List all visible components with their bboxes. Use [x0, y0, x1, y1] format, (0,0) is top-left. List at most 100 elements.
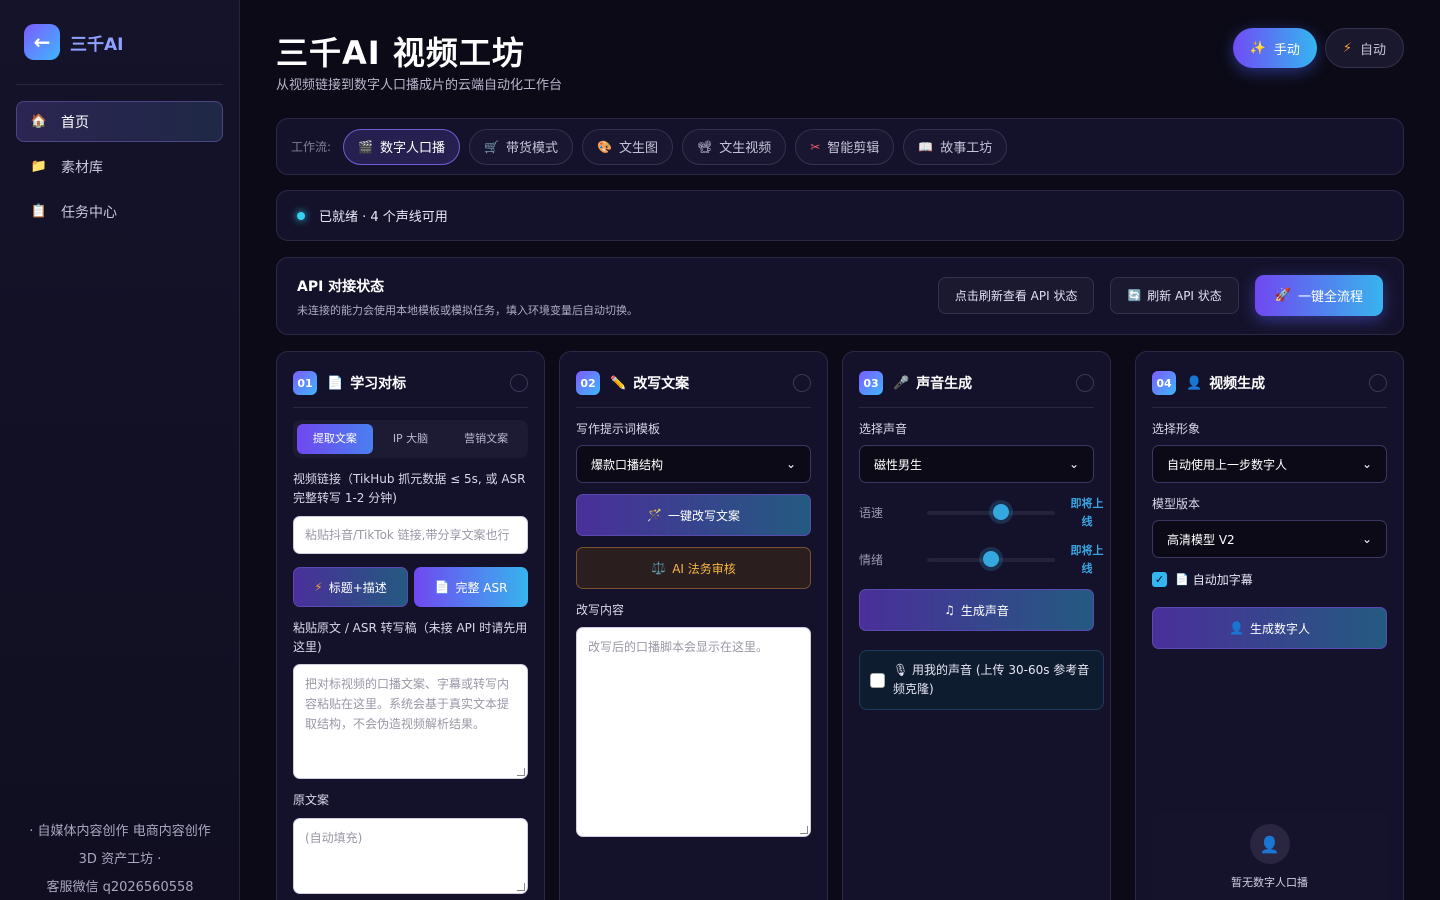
chevron-down-icon: ⌄: [785, 457, 796, 471]
tab-ip-brain[interactable]: IP 大脑: [373, 424, 449, 454]
music-note-icon: ♫: [944, 603, 955, 617]
projector-icon: 📽: [696, 139, 713, 154]
logo[interactable]: ← 三千AI: [24, 24, 123, 60]
paste-source-textarea[interactable]: 把对标视频的口播文案、字幕或转写内容粘贴在这里。系统会基于真实文本提取结构，不会…: [293, 664, 528, 779]
emotion-label: 情绪: [859, 553, 884, 567]
tab-marketing-copy[interactable]: 营销文案: [448, 424, 524, 454]
step-status-ring-icon: [1369, 374, 1387, 392]
chip-label: 文生图: [618, 141, 658, 156]
legal-review-button[interactable]: ⚖️ AI 法务审核: [576, 547, 811, 589]
folder-icon: 📁: [30, 159, 48, 174]
select-value: 磁性男生: [874, 457, 923, 472]
video-link-input[interactable]: 粘贴抖音/TikTok 链接,带分享文案也行: [293, 516, 528, 554]
sidebar-item-tasks[interactable]: 📋 任务中心: [16, 191, 223, 232]
card-header: 04 👤 视频生成: [1152, 371, 1387, 395]
sidebar-divider: [16, 84, 223, 85]
workflow-chip-smart-edit[interactable]: ✂ 智能剪辑: [795, 128, 895, 165]
palette-icon: 🎨: [596, 139, 612, 154]
step-card-voice: 03 🎤 声音生成 选择声音 磁性男生 ⌄ 语速 即将上线 情绪 即将上线 ♫ …: [842, 351, 1111, 900]
resize-handle-icon[interactable]: [517, 883, 525, 891]
sidebar-footer: · 自媒体内容创作 电商内容创作 3D 资产工坊 · 客服微信 q2026560…: [0, 818, 240, 900]
magic-wand-icon: 🪄: [647, 508, 662, 522]
model-select[interactable]: 高清模型 V2 ⌄: [1152, 520, 1387, 558]
footer-contact: 客服微信 q2026560558: [46, 880, 194, 895]
voice-clone-option[interactable]: 🎙 用我的声音 (上传 30-60s 参考音频克隆): [859, 650, 1104, 710]
card-divider: [293, 407, 528, 408]
original-copy-label: 原文案: [293, 793, 330, 807]
api-actions: 点击刷新查看 API 状态 🔄 刷新 API 状态 🚀 一键全流程: [937, 275, 1383, 316]
step-number: 01: [293, 371, 317, 395]
template-select[interactable]: 爆款口播结构 ⌄: [576, 445, 811, 483]
workflow-chip-story[interactable]: 📖 故事工坊: [903, 128, 1008, 165]
card-header: 03 🎤 声音生成: [859, 371, 1094, 395]
book-icon: 📖: [918, 139, 934, 154]
speed-slider-track[interactable]: [927, 511, 1055, 515]
manual-label: 手动: [1273, 42, 1300, 58]
status-bar: 已就绪 · 4 个声线可用: [276, 190, 1404, 241]
card-header: 02 ✏️ 改写文案: [576, 371, 811, 395]
refresh-api-button[interactable]: 🔄 刷新 API 状态: [1110, 277, 1239, 314]
step-status-ring-icon: [793, 374, 811, 392]
card-divider: [576, 407, 811, 408]
textarea-placeholder: 改写后的口播脚本会显示在这里。: [588, 640, 769, 654]
chip-label: 文生视频: [719, 141, 772, 156]
step-card-video: 04 👤 视频生成 选择形象 自动使用上一步数字人 ⌄ 模型版本 高清模型 V2…: [1135, 351, 1404, 900]
file-icon: 📄: [1175, 573, 1189, 586]
original-copy-textarea[interactable]: (自动填充): [293, 818, 528, 894]
avatar-select[interactable]: 自动使用上一步数字人 ⌄: [1152, 445, 1387, 483]
rewrite-button[interactable]: 🪄 一键改写文案: [576, 494, 811, 536]
task-icon: 📋: [30, 204, 48, 219]
status-text: 已就绪 · 4 个声线可用: [319, 210, 448, 225]
auto-subtitle-checkbox[interactable]: ✓: [1152, 572, 1167, 587]
sidebar-nav: 🏠 首页 📁 素材库 📋 任务中心: [16, 101, 223, 236]
generate-avatar-button[interactable]: 👤 生成数字人: [1152, 607, 1387, 649]
step-status-ring-icon: [1076, 374, 1094, 392]
check-api-button[interactable]: 点击刷新查看 API 状态: [937, 277, 1095, 314]
chevron-down-icon: ⌄: [1361, 457, 1372, 471]
tab-extract-copy[interactable]: 提取文案: [297, 424, 373, 454]
full-flow-button[interactable]: 🚀 一键全流程: [1254, 275, 1383, 316]
rewrite-content-textarea[interactable]: 改写后的口播脚本会显示在这里。: [576, 627, 811, 837]
button-label: AI 法务审核: [672, 561, 736, 576]
generate-voice-button[interactable]: ♫ 生成声音: [859, 589, 1094, 631]
auto-subtitle-option[interactable]: ✓ 📄 自动加字幕: [1152, 571, 1253, 588]
footer-line: 3D 资产工坊 ·: [78, 852, 162, 867]
back-arrow-icon[interactable]: ←: [24, 24, 60, 60]
footer-line: · 自媒体内容创作 电商内容创作: [29, 824, 211, 839]
workflow-chip-ecommerce[interactable]: 🛒 带货模式: [469, 128, 573, 165]
card-divider: [859, 407, 1094, 408]
select-value: 高清模型 V2: [1167, 532, 1235, 547]
sidebar-item-library[interactable]: 📁 素材库: [16, 146, 223, 187]
voice-clone-checkbox[interactable]: [870, 672, 885, 688]
manual-mode-button[interactable]: ✨ 手动: [1232, 28, 1317, 68]
title-desc-button[interactable]: ⚡ 标题+描述: [293, 567, 408, 607]
resize-handle-icon[interactable]: [517, 768, 525, 776]
scale-icon: ⚖️: [651, 561, 667, 575]
step-status-ring-icon: [510, 374, 528, 392]
auto-mode-button[interactable]: ⚡ 自动: [1324, 28, 1404, 68]
sparkle-icon: ✨: [1249, 40, 1266, 56]
voice-clone-label: 🎙 用我的声音 (上传 30-60s 参考音频克隆): [893, 663, 1090, 696]
button-label: 标题+描述: [328, 580, 387, 595]
voice-select[interactable]: 磁性男生 ⌄: [859, 445, 1094, 483]
status-dot-icon: [297, 211, 305, 220]
home-icon: 🏠: [30, 114, 48, 129]
chip-label: 带货模式: [505, 141, 558, 156]
learn-tabs: 提取文案 IP 大脑 营销文案: [293, 420, 528, 458]
full-asr-button[interactable]: 📄 完整 ASR: [414, 567, 528, 607]
step-card-rewrite: 02 ✏️ 改写文案 写作提示词模板 爆款口播结构 ⌄ 🪄 一键改写文案 ⚖️ …: [559, 351, 828, 900]
refresh-icon: 🔄: [1127, 289, 1142, 302]
avatar-label: 选择形象: [1152, 422, 1201, 436]
speed-slider-knob[interactable]: [993, 504, 1010, 520]
resize-handle-icon[interactable]: [800, 826, 808, 834]
emotion-slider-knob[interactable]: [983, 551, 999, 567]
card-title: 视频生成: [1209, 376, 1266, 392]
card-title: 改写文案: [633, 376, 690, 392]
sidebar-item-home[interactable]: 🏠 首页: [16, 101, 223, 142]
workflow-chip-digital-human[interactable]: 🎬 数字人口播: [343, 128, 461, 165]
workflow-chip-text-to-image[interactable]: 🎨 文生图: [581, 128, 673, 165]
microphone-icon: 🎤: [893, 375, 910, 391]
workflow-chip-text-to-video[interactable]: 📽 文生视频: [681, 128, 787, 165]
sidebar-item-label: 首页: [61, 114, 89, 131]
speed-label: 语速: [859, 506, 884, 520]
